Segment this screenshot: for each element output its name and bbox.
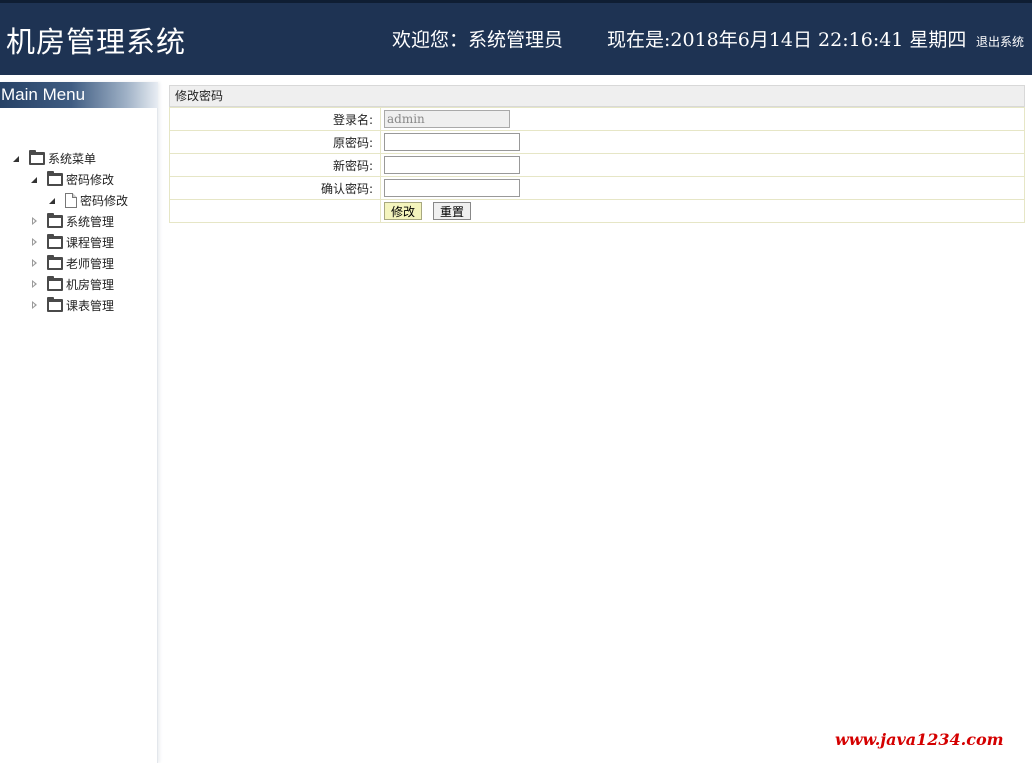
collapse-arrow-icon[interactable]: [30, 258, 39, 268]
folder-icon: [29, 149, 45, 165]
panel-title: 修改密码: [169, 85, 1025, 107]
logout-link[interactable]: 退出系统: [976, 33, 1024, 50]
tree-node-label: 课表管理: [66, 298, 115, 313]
tree-node-label: 老师管理: [66, 256, 115, 271]
current-datetime: 现在是:2018年6月14日 22:16:41 星期四: [607, 29, 967, 51]
form-row-old-password: 原密码:: [169, 130, 1025, 154]
tree-node-schedule-management[interactable]: 课表管理: [30, 295, 114, 315]
folder-icon: [47, 170, 63, 186]
tree-node-label: 密码修改: [80, 193, 129, 208]
site-watermark: www.java1234.com: [835, 730, 1004, 749]
collapse-arrow-icon[interactable]: [30, 279, 39, 289]
collapse-arrow-icon[interactable]: [30, 237, 39, 247]
sidebar: Main Menu 系统菜单 密码修改 密码修改 系统管理 课程管理 老师管理 …: [0, 82, 158, 763]
expand-arrow-icon[interactable]: [30, 175, 39, 184]
username-field: [384, 110, 510, 128]
tree-node-label: 课程管理: [66, 235, 115, 250]
tree-node-teacher-management[interactable]: 老师管理: [30, 253, 114, 273]
tree-node-password-change[interactable]: 密码修改: [30, 169, 114, 189]
folder-icon: [47, 233, 63, 249]
collapse-arrow-icon[interactable]: [30, 300, 39, 310]
new-password-label: 新密码:: [169, 153, 381, 177]
collapse-arrow-icon[interactable]: [30, 216, 39, 226]
submit-button[interactable]: 修改: [384, 202, 423, 220]
tree-node-course-management[interactable]: 课程管理: [30, 232, 114, 252]
form-row-confirm-password: 确认密码:: [169, 176, 1025, 200]
folder-icon: [47, 212, 63, 228]
file-icon: [65, 192, 77, 208]
tree-node-label: 系统管理: [66, 214, 115, 229]
form-row-new-password: 新密码:: [169, 153, 1025, 177]
form-row-actions: 修改 重置: [169, 199, 1025, 223]
reset-button[interactable]: 重置: [433, 202, 472, 220]
change-password-panel: 修改密码 登录名: 原密码: 新密码: 确认密码:: [169, 85, 1025, 223]
tree-node-room-management[interactable]: 机房管理: [30, 274, 114, 294]
tree-node-label: 系统菜单: [48, 151, 97, 166]
header-bar: 机房管理系统 欢迎您：系统管理员 现在是:2018年6月14日 22:16:41…: [0, 0, 1032, 75]
app-title: 机房管理系统: [6, 25, 187, 59]
username-label: 登录名:: [169, 107, 381, 131]
confirm-password-field[interactable]: [384, 179, 520, 197]
folder-icon: [47, 275, 63, 291]
tree-node-system-management[interactable]: 系统管理: [30, 211, 114, 231]
folder-icon: [47, 254, 63, 270]
expand-arrow-icon[interactable]: [12, 154, 21, 163]
change-password-form: 登录名: 原密码: 新密码: 确认密码: 修改重置: [169, 107, 1025, 223]
tree-node-system-menu[interactable]: 系统菜单: [12, 148, 96, 168]
tree-node-label: 密码修改: [66, 172, 115, 187]
sidebar-title: Main Menu: [0, 82, 158, 108]
expand-arrow-icon: [48, 196, 57, 205]
new-password-field[interactable]: [384, 156, 520, 174]
confirm-password-label: 确认密码:: [169, 176, 381, 200]
form-row-username: 登录名:: [169, 107, 1025, 131]
old-password-field[interactable]: [384, 133, 520, 151]
tree-node-password-change-page[interactable]: 密码修改: [48, 190, 128, 210]
welcome-text: 欢迎您：系统管理员: [392, 29, 564, 51]
folder-icon: [47, 296, 63, 312]
menu-tree: 系统菜单 密码修改 密码修改 系统管理 课程管理 老师管理 机房管理 课表管理: [0, 108, 158, 348]
tree-node-label: 机房管理: [66, 277, 115, 292]
old-password-label: 原密码:: [169, 130, 381, 154]
